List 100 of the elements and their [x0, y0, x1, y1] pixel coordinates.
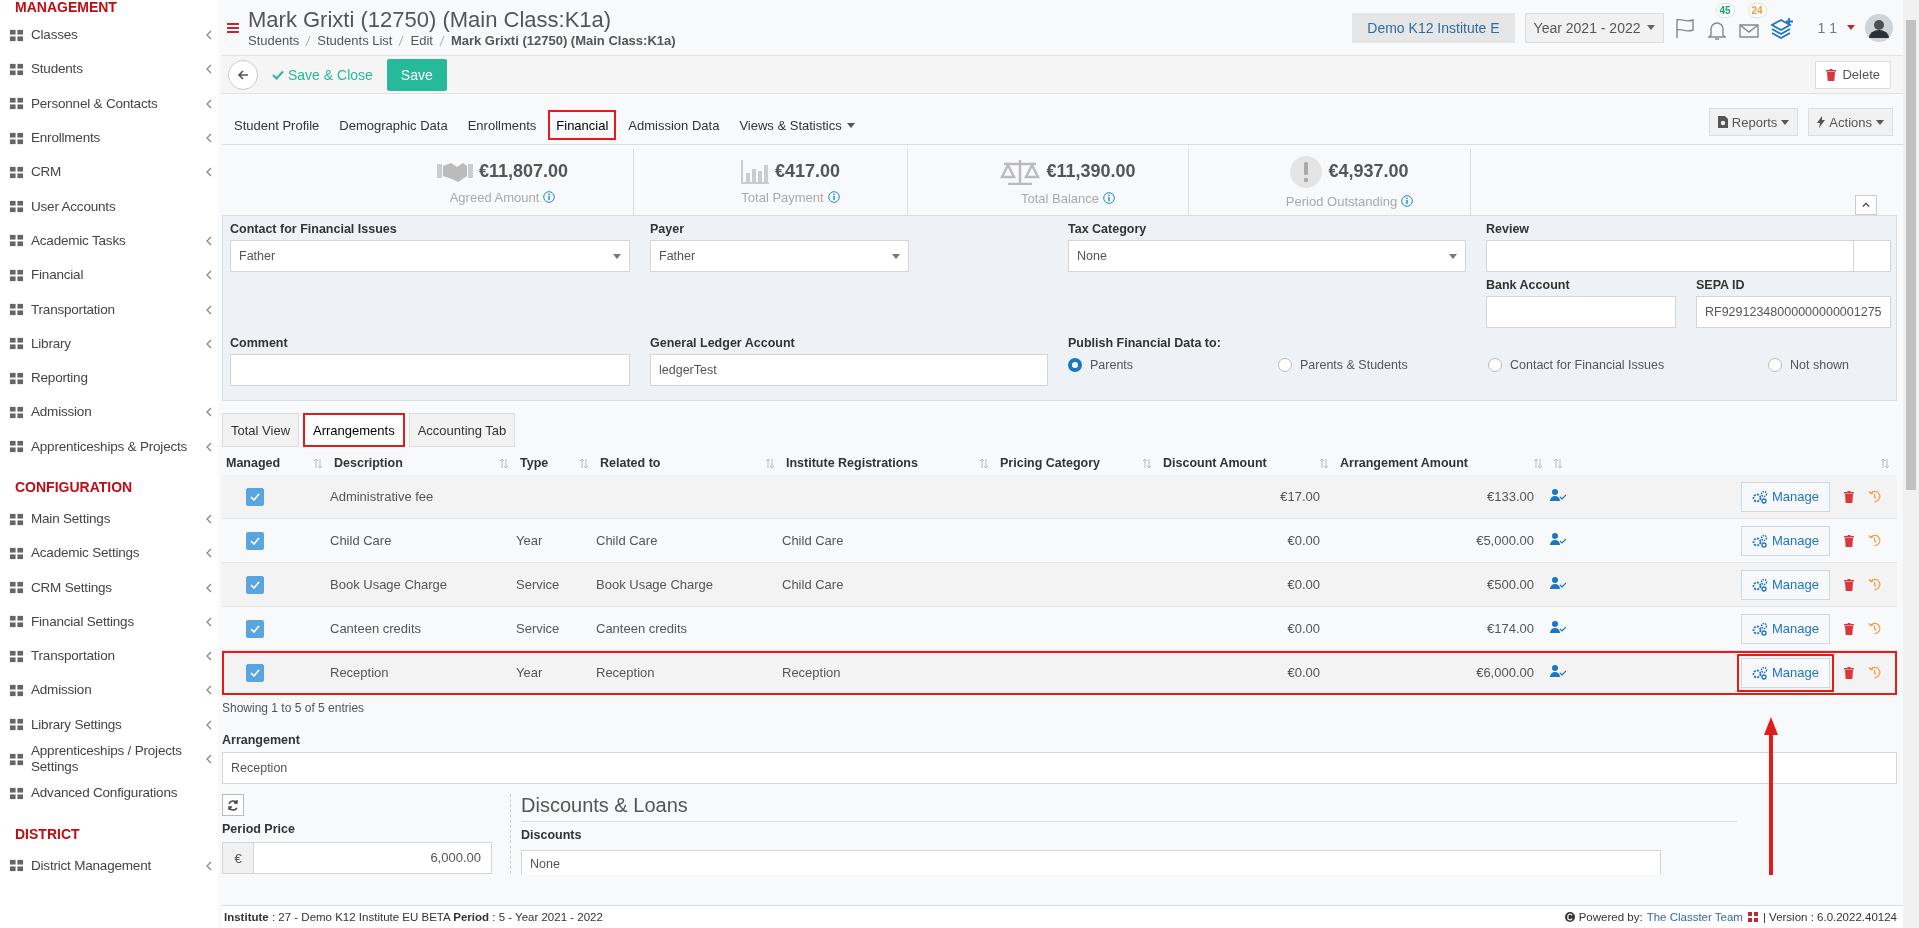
info-icon[interactable]: [543, 191, 556, 203]
column-header[interactable]: Description: [334, 456, 403, 470]
sidebar-item[interactable]: Enrollments: [0, 120, 218, 156]
sidebar-item[interactable]: District Management: [0, 848, 218, 883]
user-check-icon[interactable]: [1550, 577, 1566, 589]
history-icon[interactable]: [1868, 622, 1881, 635]
user-check-icon[interactable]: [1550, 665, 1566, 677]
layers-icon[interactable]: [1769, 16, 1794, 39]
sort-icon[interactable]: [1554, 458, 1562, 468]
sort-icon[interactable]: [500, 458, 508, 468]
tab[interactable]: Enrollments: [459, 110, 545, 140]
input-field[interactable]: Reception: [222, 752, 1897, 784]
checkbox[interactable]: [246, 575, 264, 594]
history-icon[interactable]: [1868, 534, 1881, 547]
sort-icon[interactable]: [1320, 458, 1328, 468]
sidebar-item[interactable]: Admission: [0, 395, 218, 430]
sidebar-item[interactable]: CRM Settings: [0, 570, 218, 605]
sidebar-item[interactable]: Admission: [0, 673, 218, 708]
sidebar-item[interactable]: Main Settings: [0, 501, 218, 537]
sidebar-item[interactable]: CRM: [0, 155, 218, 190]
column-header[interactable]: Related to: [600, 456, 661, 470]
radio-option[interactable]: Contact for Financial Issues: [1488, 358, 1768, 372]
column-header[interactable]: Managed: [226, 456, 281, 470]
trash-icon[interactable]: [1844, 490, 1854, 503]
sidebar-item[interactable]: Transportation: [0, 639, 218, 674]
menu-icon[interactable]: [227, 22, 239, 33]
user-check-icon[interactable]: [1550, 489, 1566, 501]
trash-icon[interactable]: [1844, 666, 1854, 679]
trash-icon[interactable]: [1844, 534, 1854, 547]
sort-icon[interactable]: [580, 458, 588, 468]
radio-option[interactable]: Parents & Students: [1278, 358, 1488, 372]
checkbox[interactable]: [246, 487, 264, 506]
input-field[interactable]: ledgerTest: [650, 354, 1048, 386]
sidebar-item[interactable]: Financial Settings: [0, 604, 218, 640]
flag-icon[interactable]: [1673, 16, 1696, 39]
dropdown-button[interactable]: Actions: [1808, 108, 1893, 136]
tab[interactable]: Views & Statistics: [731, 110, 863, 140]
checkbox[interactable]: [246, 663, 264, 682]
radio-option[interactable]: Parents: [1068, 358, 1278, 372]
caret-icon[interactable]: [1847, 25, 1855, 30]
tab[interactable]: Arrangements: [303, 413, 405, 447]
sidebar-item[interactable]: Personnel & Contacts: [0, 86, 218, 121]
sort-icon[interactable]: [314, 458, 322, 468]
checkbox[interactable]: [246, 619, 264, 638]
tab[interactable]: Total View: [222, 413, 299, 447]
column-header[interactable]: Institute Registrations: [786, 456, 918, 470]
bell-icon[interactable]: [1705, 19, 1728, 41]
tab[interactable]: Accounting Tab: [408, 413, 516, 447]
sidebar-item[interactable]: Classes: [0, 18, 218, 53]
select-field[interactable]: None: [1068, 240, 1466, 272]
manage-button[interactable]: Manage: [1741, 525, 1830, 556]
trash-icon[interactable]: [1844, 622, 1854, 635]
input-field[interactable]: RF92912348000000000001275: [1696, 296, 1891, 328]
history-icon[interactable]: [1868, 490, 1881, 503]
column-header[interactable]: Type: [520, 456, 549, 470]
tab[interactable]: Financial: [548, 110, 617, 140]
sidebar-item[interactable]: Academic Settings: [0, 536, 218, 571]
user-check-icon[interactable]: [1550, 621, 1566, 633]
refresh-button[interactable]: [222, 794, 244, 816]
manage-button[interactable]: Manage: [1741, 613, 1830, 644]
sidebar-item[interactable]: Transportation: [0, 292, 218, 327]
price-field[interactable]: € 6,000.00: [222, 842, 492, 874]
select-field[interactable]: None: [521, 850, 1661, 874]
back-button[interactable]: [228, 59, 258, 90]
sidebar-item[interactable]: Advanced Configurations: [0, 776, 218, 811]
delete-button[interactable]: Delete: [1815, 60, 1891, 89]
select-field[interactable]: Father: [230, 240, 630, 272]
info-icon[interactable]: [827, 191, 840, 203]
sidebar-item[interactable]: User Accounts: [0, 189, 218, 224]
sort-icon[interactable]: [1143, 458, 1151, 468]
collapse-button[interactable]: [1855, 195, 1877, 215]
tab[interactable]: Student Profile: [226, 110, 328, 140]
input-addon[interactable]: [1853, 240, 1891, 272]
tab[interactable]: Demographic Data: [331, 110, 456, 140]
select-field[interactable]: Father: [650, 240, 909, 272]
sort-icon[interactable]: [980, 458, 988, 468]
input-field[interactable]: [1486, 240, 1854, 272]
history-icon[interactable]: [1868, 666, 1881, 679]
breadcrumb-link[interactable]: Students: [248, 33, 300, 48]
sort-icon[interactable]: [1881, 458, 1889, 468]
sidebar-item[interactable]: Reporting: [0, 360, 218, 396]
column-header[interactable]: Discount Amount: [1163, 456, 1267, 470]
sort-icon[interactable]: [766, 458, 774, 468]
sort-icon[interactable]: [1534, 458, 1542, 468]
sidebar-item[interactable]: Students: [0, 52, 218, 87]
info-icon[interactable]: [1401, 195, 1414, 207]
breadcrumb-link[interactable]: Students List: [317, 33, 393, 48]
column-header[interactable]: Pricing Category: [1000, 456, 1101, 470]
sidebar-item[interactable]: Apprenticeships / Projects Settings: [0, 741, 218, 777]
user-check-icon[interactable]: [1550, 533, 1566, 545]
user-name[interactable]: 1 1: [1817, 19, 1837, 36]
info-icon[interactable]: [1103, 192, 1116, 204]
sidebar-item[interactable]: Library Settings: [0, 707, 218, 742]
column-header[interactable]: Arrangement Amount: [1340, 456, 1468, 470]
institute-button[interactable]: Demo K12 Institute E: [1352, 12, 1515, 43]
sidebar-item[interactable]: Academic Tasks: [0, 223, 218, 259]
checkbox[interactable]: [246, 531, 264, 550]
sidebar-item[interactable]: Apprenticeships & Projects: [0, 429, 218, 464]
input-field[interactable]: [230, 354, 630, 386]
scrollbar[interactable]: [1903, 0, 1919, 928]
